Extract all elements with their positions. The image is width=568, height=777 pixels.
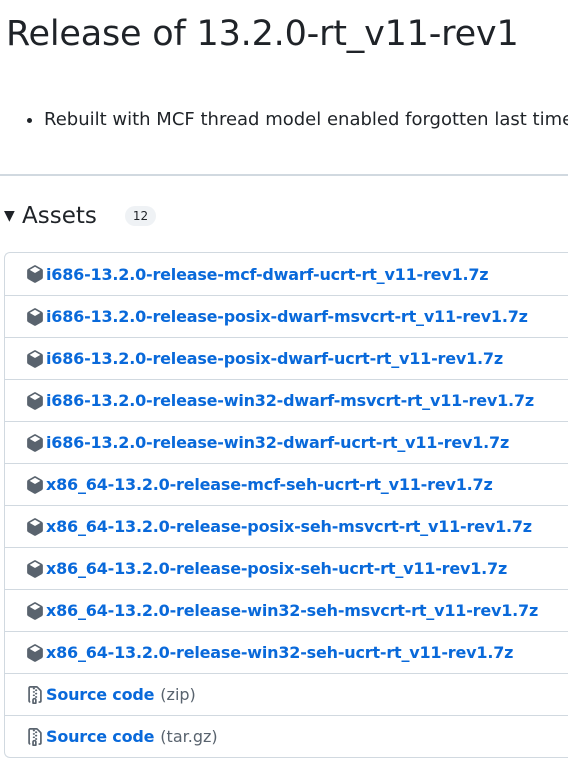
package-icon: [25, 601, 45, 621]
assets-count-badge: 12: [124, 206, 157, 226]
asset-row: x86_64-13.2.0-release-win32-seh-ucrt-rt_…: [5, 631, 568, 673]
asset-link[interactable]: x86_64-13.2.0-release-posix-seh-msvcrt-r…: [46, 517, 532, 536]
package-icon: [25, 391, 45, 411]
asset-link[interactable]: i686-13.2.0-release-win32-dwarf-ucrt-rt_…: [46, 433, 509, 452]
release-title: Release of 13.2.0-rt_v11-rev1: [6, 14, 519, 54]
source-code-row: Source code (tar.gz): [5, 715, 568, 757]
package-icon: [25, 517, 45, 537]
assets-title: Assets: [22, 203, 97, 229]
package-icon: [25, 307, 45, 327]
asset-link[interactable]: i686-13.2.0-release-win32-dwarf-msvcrt-r…: [46, 391, 534, 410]
caret-down-icon: ▼: [4, 208, 15, 224]
source-code-row: Source code (zip): [5, 673, 568, 715]
package-icon: [25, 264, 45, 284]
package-icon: [25, 559, 45, 579]
asset-link[interactable]: x86_64-13.2.0-release-mcf-seh-ucrt-rt_v1…: [46, 475, 493, 494]
asset-link[interactable]: x86_64-13.2.0-release-posix-seh-ucrt-rt_…: [46, 559, 507, 578]
package-icon: [25, 475, 45, 495]
asset-link[interactable]: i686-13.2.0-release-mcf-dwarf-ucrt-rt_v1…: [46, 265, 489, 284]
assets-toggle[interactable]: ▼ Assets 12: [4, 200, 157, 232]
release-note-item: Rebuilt with MCF thread model enabled fo…: [44, 107, 568, 133]
asset-row: x86_64-13.2.0-release-win32-seh-msvcrt-r…: [5, 589, 568, 631]
asset-row: x86_64-13.2.0-release-posix-seh-msvcrt-r…: [5, 505, 568, 547]
package-icon: [25, 643, 45, 663]
asset-row: i686-13.2.0-release-posix-dwarf-ucrt-rt_…: [5, 337, 568, 379]
source-code-link[interactable]: Source code: [46, 727, 154, 746]
asset-row: i686-13.2.0-release-win32-dwarf-ucrt-rt_…: [5, 421, 568, 463]
asset-link[interactable]: x86_64-13.2.0-release-win32-seh-ucrt-rt_…: [46, 643, 513, 662]
source-code-link[interactable]: Source code: [46, 685, 154, 704]
asset-row: x86_64-13.2.0-release-posix-seh-ucrt-rt_…: [5, 547, 568, 589]
release-notes: Rebuilt with MCF thread model enabled fo…: [22, 107, 568, 133]
asset-row: i686-13.2.0-release-mcf-dwarf-ucrt-rt_v1…: [5, 253, 568, 295]
source-code-format: (zip): [160, 685, 196, 704]
file-zip-icon: [25, 727, 45, 747]
asset-link[interactable]: i686-13.2.0-release-posix-dwarf-ucrt-rt_…: [46, 349, 503, 368]
release-page: Release of 13.2.0-rt_v11-rev1 Rebuilt wi…: [0, 0, 568, 777]
package-icon: [25, 433, 45, 453]
file-zip-icon: [25, 685, 45, 705]
asset-link[interactable]: i686-13.2.0-release-posix-dwarf-msvcrt-r…: [46, 307, 528, 326]
package-icon: [25, 349, 45, 369]
source-code-format: (tar.gz): [160, 727, 218, 746]
asset-row: i686-13.2.0-release-posix-dwarf-msvcrt-r…: [5, 295, 568, 337]
asset-row: i686-13.2.0-release-win32-dwarf-msvcrt-r…: [5, 379, 568, 421]
asset-row: x86_64-13.2.0-release-mcf-seh-ucrt-rt_v1…: [5, 463, 568, 505]
asset-link[interactable]: x86_64-13.2.0-release-win32-seh-msvcrt-r…: [46, 601, 538, 620]
section-divider: [0, 174, 568, 176]
asset-list: i686-13.2.0-release-mcf-dwarf-ucrt-rt_v1…: [4, 252, 568, 758]
